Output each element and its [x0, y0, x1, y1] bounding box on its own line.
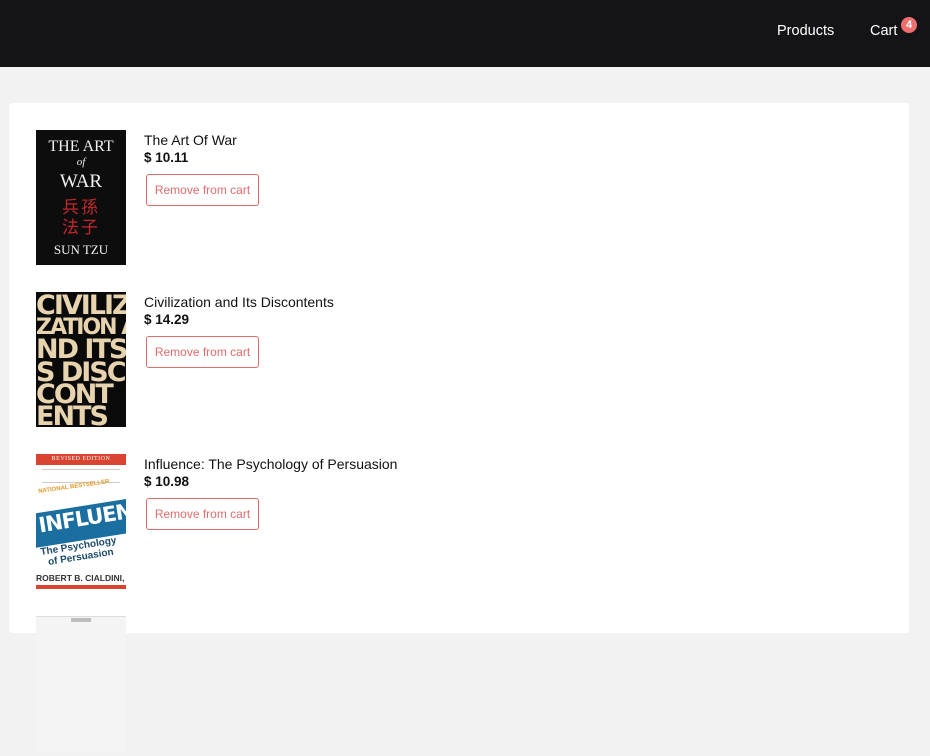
cover-text: 兵孫 [62, 198, 100, 217]
item-price: $ 10.11 [144, 150, 189, 165]
item-title: Civilization and Its Discontents [144, 294, 334, 310]
cover-text: REVISED EDITION [36, 454, 126, 465]
item-title: The Art Of War [144, 132, 237, 148]
cover-chinese-text: 兵孫 法子 [36, 198, 126, 238]
cover-text: 法子 [62, 218, 100, 237]
book-cover-image [36, 616, 126, 752]
cover-footer-stripe [36, 585, 126, 589]
cart-count-badge: 4 [901, 17, 917, 33]
book-cover-image: CIVILIZ ZATION AN ND ITS S DISC CONT ENT… [36, 292, 126, 427]
item-price: $ 14.29 [144, 312, 190, 327]
cover-text: ROBERT B. CIALDINI, PH.D. [36, 573, 126, 583]
remove-from-cart-button[interactable]: Remove from cart [146, 174, 259, 206]
item-title: Influence: The Psychology of Persuasion [144, 456, 398, 472]
cart-panel: THE ART of WAR 兵孫 法子 SUN TZU The Art Of … [9, 103, 909, 752]
cart-item [36, 616, 836, 756]
cart-item: CIVILIZ ZATION AN ND ITS S DISC CONT ENT… [36, 292, 836, 432]
cover-text: of [76, 156, 86, 168]
remove-from-cart-button[interactable]: Remove from cart [146, 336, 259, 368]
cover-text: THE ART [48, 138, 114, 155]
cover-text: ENTS [36, 403, 109, 427]
book-cover-image: REVISED EDITION NATIONAL BESTSELLER INFL… [36, 454, 126, 589]
top-navbar: Products Cart 4 [0, 0, 930, 67]
cover-text: WAR [59, 171, 103, 192]
cover-mark [71, 618, 91, 622]
item-price: $ 10.98 [144, 474, 190, 489]
cover-text: SUN TZU [53, 242, 109, 257]
remove-from-cart-button[interactable]: Remove from cart [146, 498, 259, 530]
book-cover-image: THE ART of WAR 兵孫 法子 SUN TZU [36, 130, 126, 265]
nav-products-link[interactable]: Products [777, 23, 834, 39]
cart-item: REVISED EDITION NATIONAL BESTSELLER INFL… [36, 454, 836, 594]
cart-item: THE ART of WAR 兵孫 法子 SUN TZU The Art Of … [36, 130, 836, 270]
nav-cart-link[interactable]: Cart [870, 23, 897, 39]
